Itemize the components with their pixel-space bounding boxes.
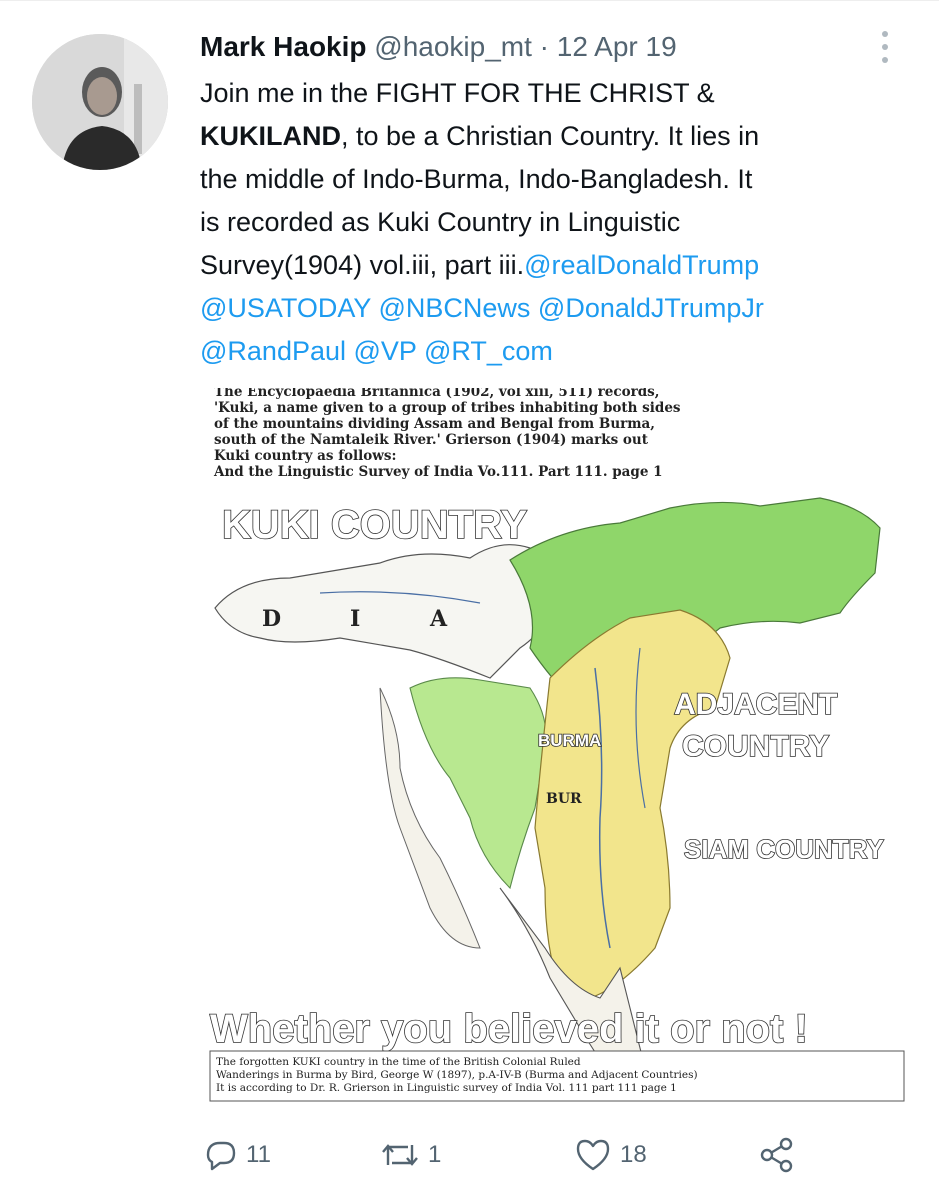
caption-line: The forgotten KUKI country in the time o… — [216, 1056, 581, 1068]
mention-link[interactable]: @NBCNews — [378, 293, 530, 323]
tweet-text-span — [346, 336, 354, 366]
tweet-text: Join me in the FIGHT FOR THE CHRIST & KUK… — [200, 72, 900, 373]
tweet-text-line: is recorded as Kuki Country in Linguisti… — [200, 201, 900, 244]
header-separator: · — [539, 31, 549, 62]
believed-label: Whether you believed it or not ! — [210, 1007, 808, 1051]
tweet-text-span: Join me in the FIGHT FOR THE CHRIST & — [200, 78, 715, 108]
reply-button[interactable]: 11 — [200, 1132, 271, 1178]
burma-label: BURMA — [538, 731, 601, 750]
tweet-actions: 11 1 18 — [200, 1132, 820, 1178]
tweet-text-line: Survey(1904) vol.iii, part iii.@realDona… — [200, 244, 900, 287]
reply-count: 11 — [246, 1141, 271, 1168]
author-avatar[interactable] — [32, 34, 168, 170]
tweet-text-span — [530, 293, 538, 323]
heart-icon — [576, 1139, 610, 1171]
bold-text: KUKILAND — [200, 121, 341, 151]
siam-country-label: SIAM COUNTRY — [684, 834, 884, 864]
tweet-text-line: @USATODAY @NBCNews @DonaldJTrumpJr — [200, 287, 900, 330]
tweet-text-line: the middle of Indo-Burma, Indo-Banglades… — [200, 158, 900, 201]
adjacent-country-label: COUNTRY — [682, 730, 829, 763]
bur-label: BUR — [546, 791, 582, 807]
retweet-count: 1 — [428, 1141, 442, 1168]
like-count: 18 — [620, 1141, 647, 1168]
tweet-text-span: is recorded as Kuki Country in Linguisti… — [200, 207, 681, 237]
kuki-country-label: KUKI COUNTRY — [222, 503, 527, 547]
avatar-photo — [32, 34, 168, 170]
reply-icon — [206, 1141, 236, 1171]
caption-line: Wanderings in Burma by Bird, George W (1… — [216, 1069, 698, 1081]
mention-link[interactable]: @USATODAY — [200, 293, 371, 323]
map-header-text-line: Kuki country as follows: — [214, 448, 397, 464]
retweet-button[interactable]: 1 — [378, 1132, 441, 1178]
author-handle[interactable]: @haokip_mt — [374, 31, 532, 62]
adjacent-label: ADJACENT — [674, 688, 837, 721]
tweet-header: Mark Haokip @haokip_mt · 12 Apr 19 — [200, 30, 677, 64]
mention-link[interactable]: @DonaldJTrumpJr — [538, 293, 764, 323]
tweet-text-line: @RandPaul @VP @RT_com — [200, 330, 900, 373]
mention-link[interactable]: @realDonaldTrump — [524, 250, 759, 280]
tweet-media-image[interactable]: The Encyclopaedia Britannica (1902, vol … — [200, 388, 906, 1104]
top-divider — [0, 0, 939, 1]
map-header-text-line: 'Kuki, a name given to a group of tribes… — [214, 400, 681, 416]
tweet-text-line: Join me in the FIGHT FOR THE CHRIST & — [200, 72, 900, 115]
mention-link[interactable]: @RT_com — [424, 336, 553, 366]
tweet-text-span: , to be a Christian Country. It lies in — [341, 121, 760, 151]
tweet-text-span: the middle of Indo-Burma, Indo-Banglades… — [200, 164, 753, 194]
map-header-text-line: of the mountains dividing Assam and Beng… — [214, 416, 655, 432]
mention-link[interactable]: @VP — [354, 336, 417, 366]
india-letter: I — [350, 606, 360, 632]
share-icon — [760, 1137, 793, 1173]
share-button[interactable] — [756, 1132, 798, 1178]
more-options-icon[interactable] — [872, 28, 898, 66]
tweet-text-span — [416, 336, 424, 366]
india-letter: A — [429, 606, 448, 632]
tweet-text-line: KUKILAND, to be a Christian Country. It … — [200, 115, 900, 158]
retweet-icon — [382, 1144, 418, 1166]
india-letter: D — [262, 606, 281, 632]
author-name[interactable]: Mark Haokip — [200, 31, 367, 62]
map-header-text-line: south of the Namtaleik River.' Grierson … — [214, 432, 649, 448]
tweet-text-span: Survey(1904) vol.iii, part iii. — [200, 250, 525, 280]
like-button[interactable]: 18 — [572, 1132, 647, 1178]
tweet-date[interactable]: 12 Apr 19 — [557, 31, 677, 62]
mention-link[interactable]: @RandPaul — [200, 336, 346, 366]
map-header-text-line: The Encyclopaedia Britannica (1902, vol … — [214, 388, 659, 400]
caption-line: It is according to Dr. R. Grierson in Li… — [216, 1082, 677, 1094]
map-header-text-line: And the Linguistic Survey of India Vo.11… — [213, 464, 663, 480]
